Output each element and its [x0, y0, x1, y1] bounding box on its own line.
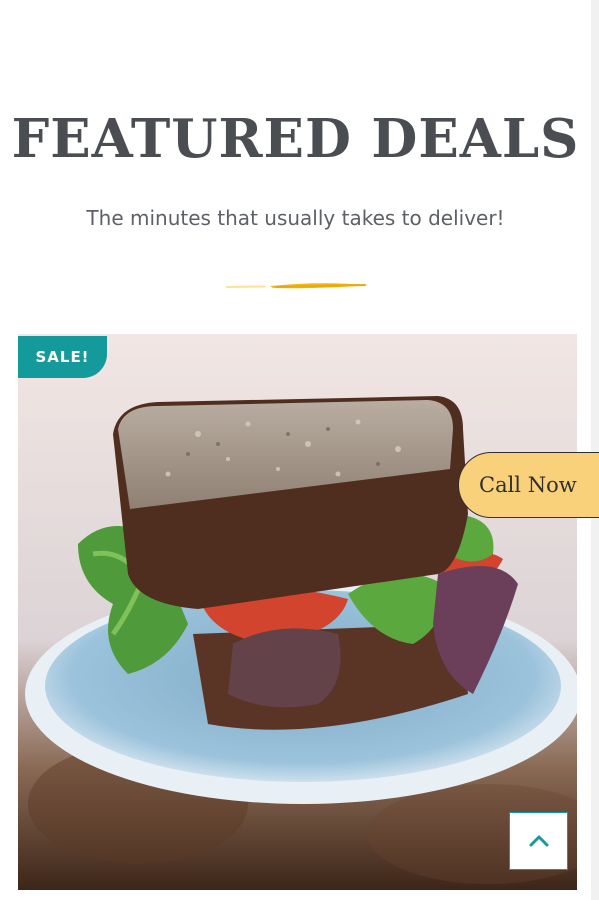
section-title: FEATURED DEALS — [11, 108, 580, 170]
brush-divider-icon — [226, 283, 368, 289]
page-scrollbar[interactable] — [591, 0, 599, 900]
sale-badge: SALE! — [18, 336, 107, 378]
sandwich-image[interactable] — [18, 334, 577, 890]
product-card[interactable] — [18, 334, 577, 890]
section-subtitle: The minutes that usually takes to delive… — [86, 206, 505, 230]
scroll-to-top-button[interactable] — [509, 812, 568, 870]
chevron-up-icon — [529, 835, 548, 847]
call-now-button[interactable]: Call Now — [458, 452, 599, 518]
